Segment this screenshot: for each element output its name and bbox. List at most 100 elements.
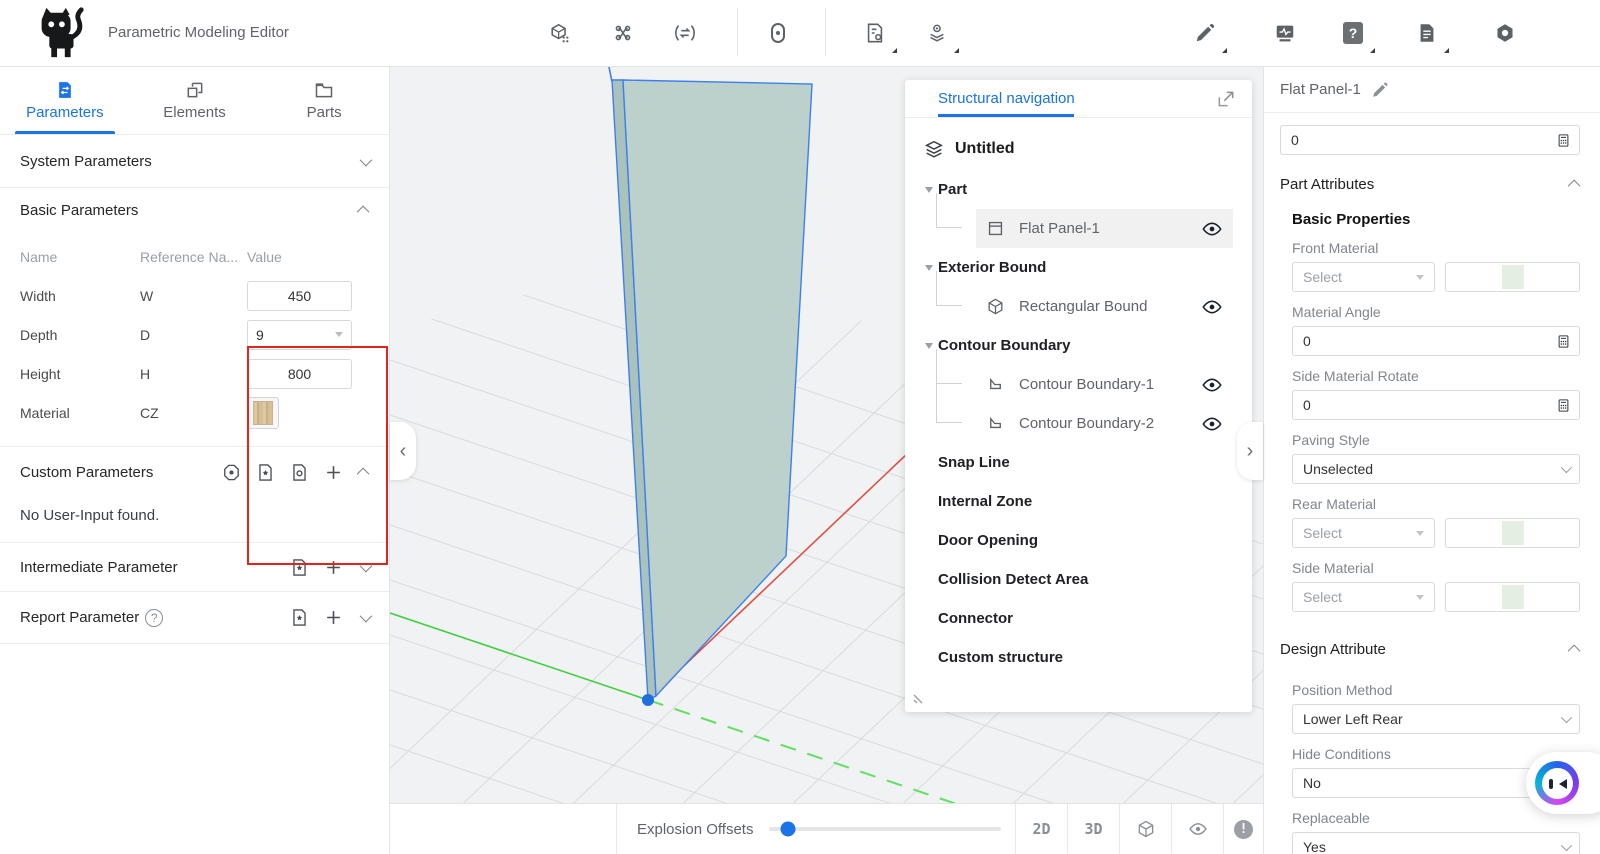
chevron-up-icon[interactable]: [357, 205, 370, 218]
bottom-bar-spacer: [390, 804, 617, 854]
calculator-icon[interactable]: [1556, 333, 1571, 350]
model-library-icon[interactable]: [545, 18, 575, 48]
calculator-icon[interactable]: [1556, 132, 1571, 149]
basic-parameters-header[interactable]: Basic Parameters: [0, 188, 389, 232]
tree-group-door-opening[interactable]: Door Opening: [905, 521, 1252, 560]
section-report-parameter[interactable]: Report Parameter ?: [0, 592, 389, 644]
add-parameter-button[interactable]: [320, 554, 346, 580]
tab-parts[interactable]: Parts: [259, 67, 389, 134]
help-icon[interactable]: ?: [1338, 18, 1368, 48]
tree-group-snap-line[interactable]: Snap Line: [905, 443, 1252, 482]
tree-group-internal-zone[interactable]: Internal Zone: [905, 482, 1252, 521]
width-value-input[interactable]: [247, 281, 352, 311]
selected-part-name: Flat Panel-1: [1280, 81, 1361, 98]
tree-group-collision-detect-area[interactable]: Collision Detect Area: [905, 560, 1252, 599]
top-value-input[interactable]: [1291, 132, 1556, 148]
paving-style-select[interactable]: Unselected: [1292, 454, 1580, 484]
report-doc-icon[interactable]: [1412, 18, 1442, 48]
assistant-widget[interactable]: [1526, 752, 1600, 814]
axis-green-solid: [390, 613, 648, 700]
eye-icon[interactable]: [1201, 218, 1223, 240]
tree-group-custom-structure[interactable]: Custom structure: [905, 638, 1252, 677]
side-material-swatch-field[interactable]: [1445, 582, 1580, 612]
tree-item-rectangular-bound[interactable]: Rectangular Bound: [905, 287, 1252, 326]
chevron-up-icon[interactable]: [1568, 179, 1581, 192]
add-parameter-button[interactable]: [320, 459, 346, 485]
import-template-icon[interactable]: [286, 554, 312, 580]
replaceable-select[interactable]: Yes: [1292, 832, 1580, 854]
material-swatch-button[interactable]: [247, 397, 279, 429]
chevron-up-icon[interactable]: [1568, 644, 1581, 657]
import-template-icon[interactable]: [286, 605, 312, 631]
front-material-select[interactable]: Select: [1292, 262, 1435, 292]
depth-value-select[interactable]: 9: [247, 320, 352, 350]
view-2d-button[interactable]: 2D: [1015, 804, 1067, 854]
tree-group-connector[interactable]: Connector: [905, 599, 1252, 638]
tree-item-contour-boundary-2[interactable]: Contour Boundary-2: [905, 404, 1252, 443]
section-basic-parameters: Basic Parameters Name Reference Na... Va…: [0, 188, 389, 447]
side-material-select[interactable]: Select: [1292, 582, 1435, 612]
height-value-input[interactable]: [247, 359, 352, 389]
eye-icon[interactable]: [1201, 374, 1223, 396]
origin-vertex-handle[interactable]: [642, 694, 654, 706]
view-3d-button[interactable]: 3D: [1067, 804, 1119, 854]
caret-down-icon: [1416, 531, 1424, 536]
side-material-rotate-field: [1292, 390, 1580, 420]
isometric-view-button[interactable]: [1119, 804, 1171, 854]
section-intermediate-parameter[interactable]: Intermediate Parameter: [0, 543, 389, 592]
caret-down-icon[interactable]: [925, 265, 933, 271]
warnings-button[interactable]: !: [1223, 804, 1263, 854]
knot-icon[interactable]: [608, 18, 638, 48]
chevron-down-icon[interactable]: [360, 153, 373, 166]
caret-down-icon[interactable]: [925, 187, 933, 193]
tree-item-flat-panel-1[interactable]: Flat Panel-1: [905, 209, 1252, 248]
pencil-icon[interactable]: [1190, 18, 1220, 48]
side-material-rotate-input[interactable]: [1303, 397, 1556, 413]
section-system-parameters[interactable]: System Parameters: [0, 135, 389, 188]
slider-knob[interactable]: [781, 822, 796, 837]
help-circle-icon[interactable]: ?: [145, 609, 163, 627]
panel-resize-handle[interactable]: [913, 690, 927, 704]
expand-panel-icon[interactable]: [1216, 89, 1236, 109]
rear-material-swatch-field[interactable]: [1445, 518, 1580, 548]
explosion-offsets-slider[interactable]: [769, 827, 1001, 831]
chevron-up-icon[interactable]: [357, 467, 370, 480]
rear-material-select[interactable]: Select: [1292, 518, 1435, 548]
document-settings-icon[interactable]: [860, 18, 890, 48]
tab-elements[interactable]: Elements: [130, 67, 260, 134]
swap-icon[interactable]: [670, 18, 700, 48]
material-color-swatch: [1502, 585, 1524, 609]
custom-parameters-header[interactable]: Custom Parameters: [0, 447, 389, 497]
structural-navigation-tab[interactable]: Structural navigation: [938, 90, 1075, 107]
tab-parameters[interactable]: Parameters: [0, 67, 130, 134]
chevron-down-icon[interactable]: [360, 610, 373, 623]
eye-icon[interactable]: [1201, 413, 1223, 435]
caret-down-icon[interactable]: [925, 343, 933, 349]
position-method-select[interactable]: Lower Left Rear: [1292, 704, 1580, 734]
visibility-button[interactable]: [1171, 804, 1223, 854]
import-template-icon[interactable]: [252, 459, 278, 485]
assistant-avatar[interactable]: [1535, 761, 1579, 805]
basic-properties-subtitle: Basic Properties: [1292, 211, 1580, 228]
mirror-icon[interactable]: [763, 18, 793, 48]
rename-pencil-icon[interactable]: [1371, 81, 1389, 99]
add-parameter-button[interactable]: [320, 605, 346, 631]
calculator-icon[interactable]: [1556, 397, 1571, 414]
chevron-down-icon[interactable]: [360, 559, 373, 572]
collapse-left-panel-button[interactable]: ‹: [390, 422, 416, 480]
design-attribute-header[interactable]: Design Attribute: [1280, 628, 1580, 670]
elements-tab-icon: [185, 80, 205, 100]
tree-root-untitled[interactable]: Untitled: [905, 128, 1252, 170]
eye-icon[interactable]: [1201, 296, 1223, 318]
table-row-height: Height H: [20, 354, 369, 393]
monitor-pulse-icon[interactable]: [1270, 18, 1300, 48]
idea-layers-icon[interactable]: [922, 18, 952, 48]
collapse-right-panel-button[interactable]: ›: [1237, 422, 1263, 480]
export-template-icon[interactable]: [286, 459, 312, 485]
contour-icon: [986, 414, 1005, 433]
nut-icon[interactable]: [1490, 18, 1520, 48]
part-attributes-header[interactable]: Part Attributes: [1280, 163, 1580, 205]
front-material-swatch-field[interactable]: [1445, 262, 1580, 292]
material-angle-input[interactable]: [1303, 333, 1556, 349]
visibility-settings-icon[interactable]: [218, 459, 244, 485]
